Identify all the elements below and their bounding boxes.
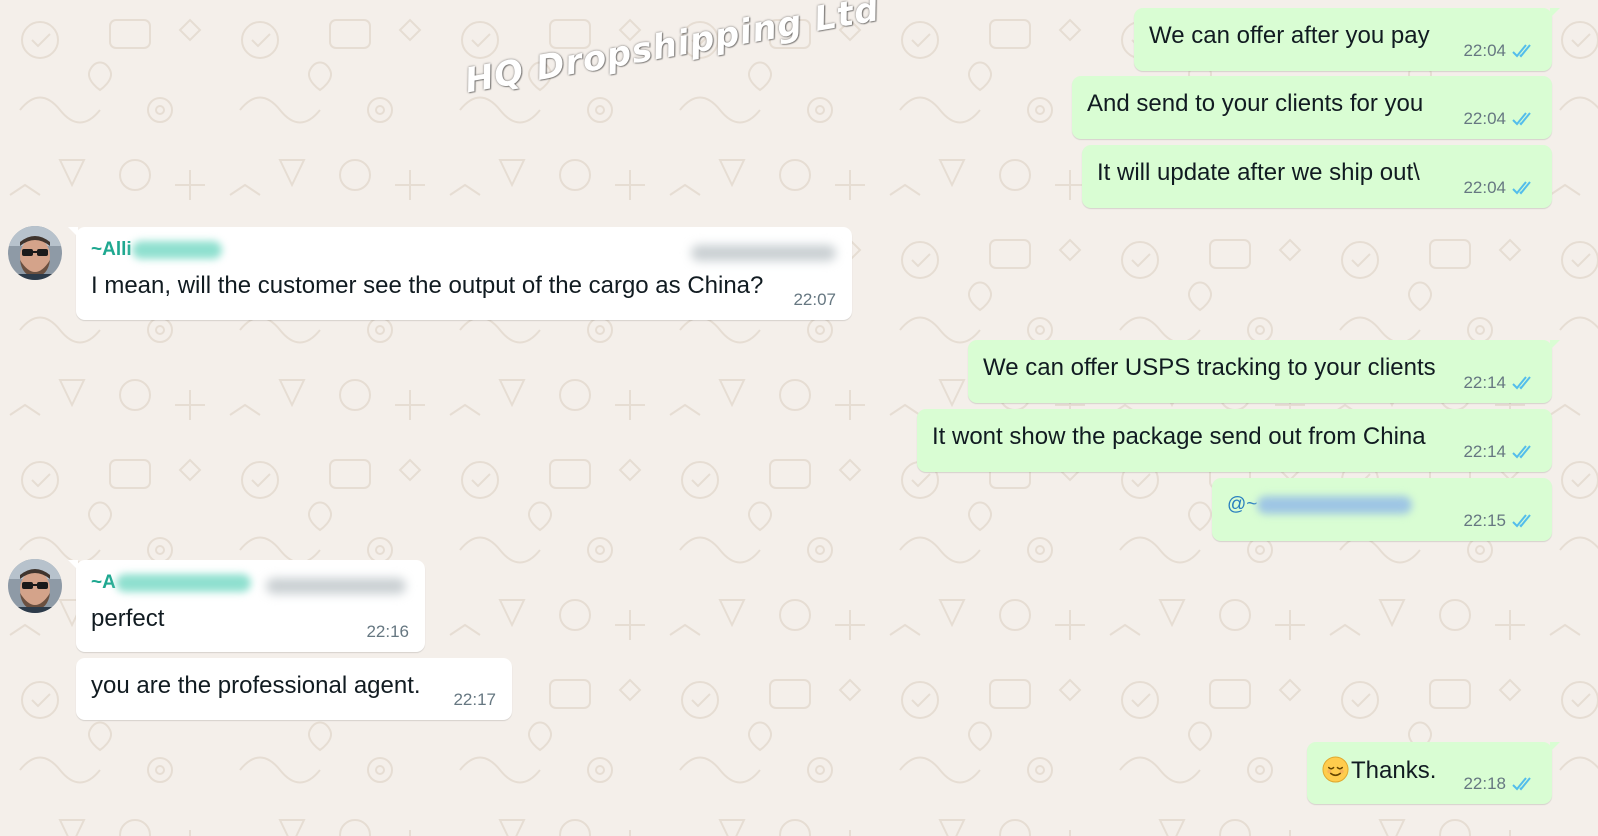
message-meta: 22:14 [1463, 373, 1536, 393]
blurred-name [115, 574, 251, 592]
incoming-message[interactable]: you are the professional agent. 22:17 [76, 658, 512, 720]
mention-text: @~ [1227, 494, 1258, 515]
message-meta: 22:15 [1463, 511, 1536, 531]
bearded-man-sunglasses-avatar[interactable] [8, 559, 62, 613]
outgoing-message[interactable]: It wont show the package send out from C… [917, 409, 1552, 472]
message-text: you are the professional agent. [91, 672, 421, 699]
message-time: 22:18 [1463, 774, 1506, 793]
outgoing-message[interactable]: We can offer after you pay 22:04 [1134, 8, 1560, 71]
double-check-read-icon [1512, 376, 1531, 390]
outgoing-message[interactable]: Thanks. 22:18 [1307, 742, 1560, 804]
message-text: It will update after we ship out\ [1097, 159, 1420, 186]
message-text: Thanks. [1351, 757, 1437, 784]
message-text: perfect [91, 605, 165, 632]
outgoing-message[interactable]: And send to your clients for you 22:04 [1072, 76, 1552, 139]
message-time: 22:14 [1463, 373, 1506, 392]
double-check-read-icon [1512, 112, 1531, 126]
blurred-mention-name [1257, 496, 1413, 514]
message-time: 22:14 [1463, 442, 1506, 461]
outgoing-message[interactable]: @~ 22:15 [1212, 478, 1552, 541]
message-time: 22:04 [1463, 41, 1506, 60]
outgoing-message[interactable]: We can offer USPS tracking to your clien… [968, 340, 1560, 403]
message-meta: 22:04 [1463, 178, 1536, 198]
message-text: We can offer USPS tracking to your clien… [983, 354, 1436, 381]
sender-name-text: ~A [91, 572, 116, 593]
message-text: It wont show the package send out from C… [932, 423, 1426, 450]
incoming-message[interactable]: ~Alli I mean, will the customer see the … [68, 227, 852, 320]
message-time: 22:16 [366, 622, 409, 641]
sender-name-text: ~Alli [91, 239, 132, 260]
message-time: 22:15 [1463, 511, 1506, 530]
double-check-read-icon [1512, 44, 1531, 58]
sender-name[interactable]: ~A [91, 572, 251, 594]
message-meta: 22:18 [1463, 774, 1536, 794]
message-meta: 22:14 [1463, 442, 1536, 462]
double-check-read-icon [1512, 445, 1531, 459]
message-time: 22:04 [1463, 109, 1506, 128]
message-text: I mean, will the customer see the output… [91, 272, 764, 299]
message-meta: 22:17 [453, 690, 496, 710]
message-meta: 22:16 [366, 622, 409, 642]
message-text: And send to your clients for you [1087, 90, 1424, 117]
message-meta: 22:04 [1463, 109, 1536, 129]
outgoing-message[interactable]: It will update after we ship out\ 22:04 [1082, 145, 1552, 208]
blurred-phone-number [266, 578, 406, 594]
mention[interactable]: @~ [1227, 494, 1413, 516]
bearded-man-sunglasses-avatar[interactable] [8, 226, 62, 280]
relieved-face-emoji [1322, 756, 1349, 783]
blurred-phone-number [691, 245, 836, 261]
message-text-wrap: Thanks. [1322, 756, 1436, 785]
double-check-read-icon [1512, 514, 1531, 528]
message-meta: 22:04 [1463, 41, 1536, 61]
message-meta: 22:07 [793, 290, 836, 310]
incoming-message[interactable]: ~A perfect 22:16 [68, 560, 425, 652]
double-check-read-icon [1512, 777, 1531, 791]
message-time: 22:07 [793, 290, 836, 309]
message-text: We can offer after you pay [1149, 22, 1430, 49]
blurred-name [131, 241, 222, 259]
double-check-read-icon [1512, 181, 1531, 195]
message-time: 22:17 [453, 690, 496, 709]
message-time: 22:04 [1463, 178, 1506, 197]
sender-name[interactable]: ~Alli [91, 239, 222, 261]
